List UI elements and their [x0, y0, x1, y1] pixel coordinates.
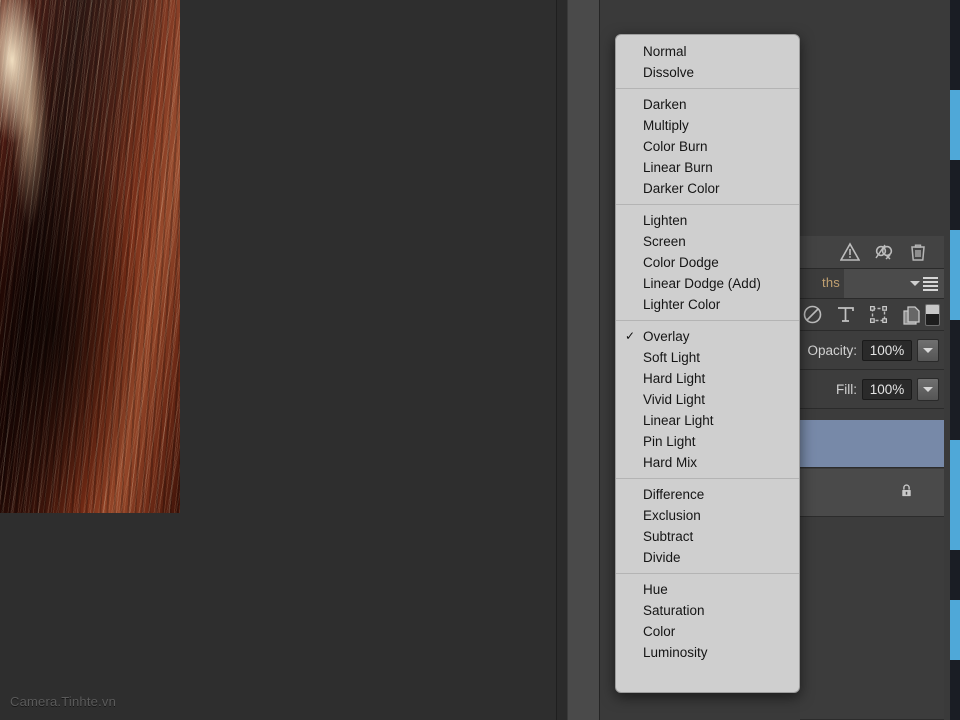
bg-sliver-band [950, 230, 960, 320]
menu-item-lighter-color[interactable]: Lighter Color [616, 294, 799, 315]
menu-group-contrast: ✓ Overlay Soft Light Hard Light Vivid Li… [616, 326, 799, 473]
menu-item-darken[interactable]: Darken [616, 94, 799, 115]
menu-item-saturation[interactable]: Saturation [616, 600, 799, 621]
menu-group-component: Hue Saturation Color Luminosity [616, 579, 799, 663]
chevron-down-icon [923, 347, 933, 353]
layers-panel: ths Opacity: 100% Fill: 100% [800, 236, 944, 720]
menu-item-color-burn[interactable]: Color Burn [616, 136, 799, 157]
panel-menu-button[interactable] [844, 269, 944, 298]
menu-item-divide[interactable]: Divide [616, 547, 799, 568]
fill-stepper[interactable] [917, 377, 939, 401]
app-window: ths Opacity: 100% Fill: 100% Normal Diss… [0, 0, 960, 720]
menu-item-hard-mix[interactable]: Hard Mix [616, 452, 799, 473]
filter-toggle[interactable] [925, 304, 940, 326]
menu-separator [616, 320, 799, 321]
menu-item-vivid-light[interactable]: Vivid Light [616, 389, 799, 410]
menu-separator [616, 204, 799, 205]
menu-item-difference[interactable]: Difference [616, 484, 799, 505]
lock-icon [899, 483, 914, 503]
smart-object-icon[interactable] [901, 304, 922, 325]
menu-item-hue[interactable]: Hue [616, 579, 799, 600]
menu-item-screen[interactable]: Screen [616, 231, 799, 252]
bg-sliver-band [950, 440, 960, 550]
menu-item-linear-burn[interactable]: Linear Burn [616, 157, 799, 178]
panel-menu-icon [923, 276, 938, 291]
menu-item-overlay[interactable]: ✓ Overlay [616, 326, 799, 347]
opacity-input[interactable]: 100% [862, 339, 912, 361]
menu-item-dissolve[interactable]: Dissolve [616, 62, 799, 83]
menu-item-darker-color[interactable]: Darker Color [616, 178, 799, 199]
menu-separator [616, 573, 799, 574]
type-icon[interactable] [835, 304, 856, 325]
menu-item-linear-dodge-add[interactable]: Linear Dodge (Add) [616, 273, 799, 294]
table-row[interactable] [800, 420, 944, 468]
opacity-stepper[interactable] [917, 338, 939, 362]
opacity-row: Opacity: 100% [800, 331, 944, 370]
shape-icon[interactable] [868, 304, 889, 325]
layer-filter-row [800, 299, 944, 331]
menu-item-luminosity[interactable]: Luminosity [616, 642, 799, 663]
menu-item-color-dodge[interactable]: Color Dodge [616, 252, 799, 273]
menu-item-subtract[interactable]: Subtract [616, 526, 799, 547]
menu-group-darken: Darken Multiply Color Burn Linear Burn D… [616, 94, 799, 199]
fill-input[interactable]: 100% [862, 378, 912, 400]
checkmark-icon: ✓ [625, 329, 636, 343]
menu-item-normal[interactable]: Normal [616, 41, 799, 62]
adjustment-icon[interactable] [802, 304, 823, 325]
panel-gutter-right [568, 0, 600, 720]
menu-item-multiply[interactable]: Multiply [616, 115, 799, 136]
watermark: Camera.Tinhte.vn [10, 694, 117, 709]
tab-paths[interactable]: ths [800, 269, 844, 298]
opacity-label: Opacity: [807, 342, 857, 358]
workspace: ths Opacity: 100% Fill: 100% [0, 0, 960, 720]
image-shadow-overlay [0, 0, 180, 513]
menu-item-hard-light[interactable]: Hard Light [616, 368, 799, 389]
blend-mode-dropdown[interactable]: Normal Dissolve Darken Multiply Color Bu… [615, 34, 800, 693]
document-image[interactable] [0, 0, 180, 513]
menu-item-lighten[interactable]: Lighten [616, 210, 799, 231]
layers-panel-toolbar [800, 236, 944, 269]
menu-group-lighten: Lighten Screen Color Dodge Linear Dodge … [616, 210, 799, 315]
menu-item-color[interactable]: Color [616, 621, 799, 642]
panel-gutter-left [556, 0, 568, 720]
menu-item-pin-light[interactable]: Pin Light [616, 431, 799, 452]
menu-item-soft-light[interactable]: Soft Light [616, 347, 799, 368]
chevron-down-icon [923, 386, 933, 392]
menu-item-linear-light[interactable]: Linear Light [616, 410, 799, 431]
fill-row: Fill: 100% [800, 370, 944, 409]
warning-icon[interactable] [839, 242, 861, 262]
background-window-sliver[interactable] [950, 0, 960, 720]
panel-tab-strip: ths [800, 269, 944, 299]
bg-sliver-band [950, 90, 960, 160]
fill-label: Fill: [836, 381, 857, 397]
menu-separator [616, 478, 799, 479]
menu-group-inversion: Difference Exclusion Subtract Divide [616, 484, 799, 568]
menu-item-exclusion[interactable]: Exclusion [616, 505, 799, 526]
trash-icon[interactable] [908, 242, 928, 262]
chevron-down-icon [910, 281, 920, 286]
menu-separator [616, 88, 799, 89]
table-row[interactable] [800, 469, 944, 517]
layer-list-empty-area[interactable] [800, 518, 944, 720]
menu-group-normal: Normal Dissolve [616, 41, 799, 83]
canvas-area[interactable] [0, 0, 556, 720]
unlink-icon[interactable] [874, 242, 894, 262]
bg-sliver-band [950, 600, 960, 660]
